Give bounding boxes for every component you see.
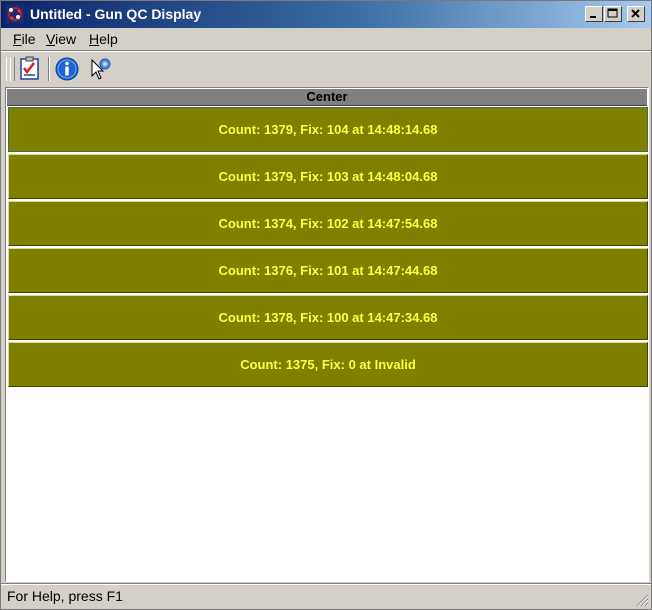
qc-row[interactable]: Count: 1378, Fix: 100 at 14:47:34.68 [8,295,648,340]
menu-view-label: iew [55,31,77,47]
whats-this-help-icon[interactable] [87,56,113,82]
qc-row[interactable]: Count: 1375, Fix: 0 at Invalid [8,342,648,387]
info-icon[interactable] [54,56,80,82]
title-bar[interactable]: Untitled - Gun QC Display [1,1,651,28]
menu-help-label: elp [99,31,118,47]
minimize-icon [590,16,596,18]
toolbar [1,52,651,86]
status-bar: For Help, press F1 [1,585,651,609]
column-header-center[interactable]: Center [7,89,647,106]
checklist-icon[interactable] [17,56,43,82]
app-icon[interactable] [6,5,24,23]
menu-file-mnemonic: F [13,31,22,47]
qc-row[interactable]: Count: 1376, Fix: 101 at 14:47:44.68 [8,248,648,293]
maximize-icon [607,8,618,18]
maximize-button[interactable] [604,6,622,22]
menu-help-mnemonic: H [89,31,100,47]
menu-view[interactable]: View [46,31,76,47]
close-icon [631,9,640,18]
qc-row[interactable]: Count: 1374, Fix: 102 at 14:47:54.68 [8,201,648,246]
menu-help[interactable]: Help [89,31,118,47]
qc-display-area: Center Count: 1379, Fix: 104 at 14:48:14… [5,87,649,582]
resize-grip-icon[interactable] [635,593,649,607]
qc-row[interactable]: Count: 1379, Fix: 103 at 14:48:04.68 [8,154,648,199]
toolbar-grip-2 [10,57,15,81]
toolbar-separator [48,57,50,81]
menu-file-label: ile [21,31,36,47]
window-title: Untitled - Gun QC Display [30,6,202,22]
menu-view-mnemonic: V [46,31,56,47]
app-window: Untitled - Gun QC Display File View Help [0,0,652,610]
minimize-button[interactable] [585,6,603,22]
status-text: For Help, press F1 [7,588,123,604]
menu-file[interactable]: File [13,31,36,47]
qc-row[interactable]: Count: 1379, Fix: 104 at 14:48:14.68 [8,107,648,152]
menu-bar: File View Help [1,28,651,50]
close-button[interactable] [627,6,645,22]
